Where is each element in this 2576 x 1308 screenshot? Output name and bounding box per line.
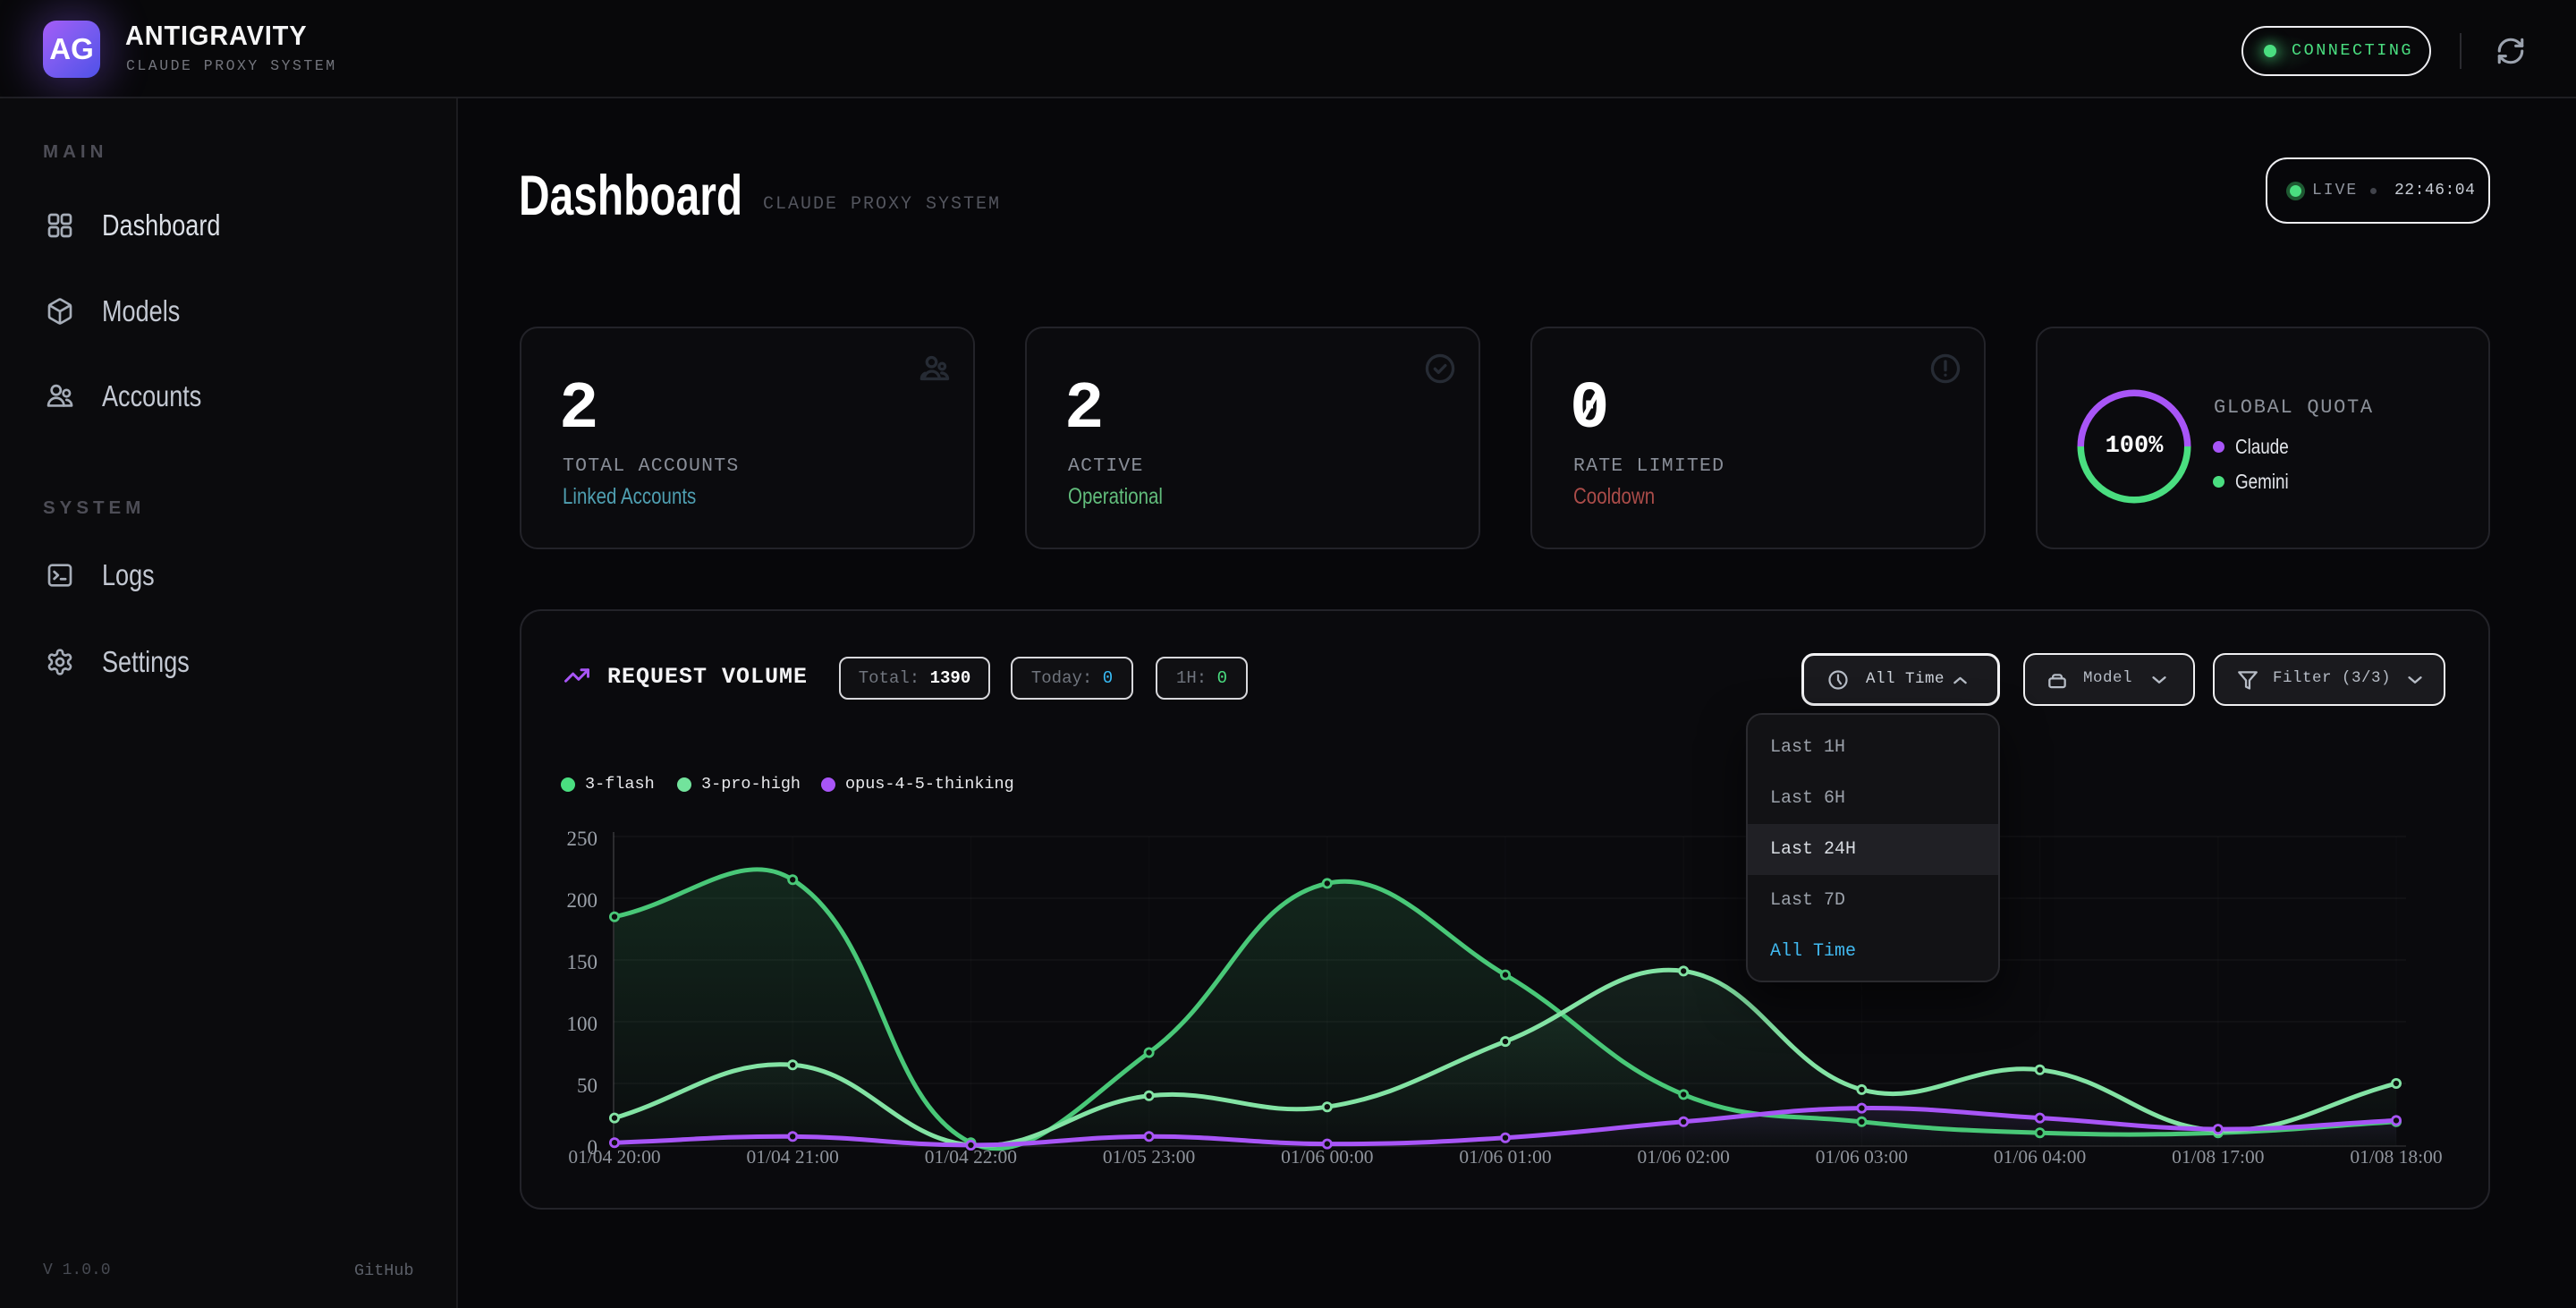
svg-text:100: 100 [567, 1013, 598, 1035]
svg-text:150: 150 [567, 951, 598, 973]
svg-text:50: 50 [577, 1074, 597, 1097]
svg-text:01/06 03:00: 01/06 03:00 [1816, 1146, 1908, 1168]
svg-text:01/06 01:00: 01/06 01:00 [1459, 1146, 1551, 1168]
svg-text:01/08 17:00: 01/08 17:00 [2172, 1146, 2264, 1168]
svg-text:01/06 00:00: 01/06 00:00 [1281, 1146, 1373, 1168]
svg-text:01/06 04:00: 01/06 04:00 [1994, 1146, 2086, 1168]
svg-text:01/04 20:00: 01/04 20:00 [568, 1146, 660, 1168]
svg-text:01/08 18:00: 01/08 18:00 [2350, 1146, 2442, 1168]
svg-text:200: 200 [567, 889, 598, 912]
svg-text:01/04 22:00: 01/04 22:00 [925, 1146, 1017, 1168]
svg-text:01/04 21:00: 01/04 21:00 [747, 1146, 839, 1168]
svg-text:01/06 02:00: 01/06 02:00 [1638, 1146, 1730, 1168]
svg-text:01/05 23:00: 01/05 23:00 [1103, 1146, 1195, 1168]
svg-text:250: 250 [567, 828, 598, 850]
